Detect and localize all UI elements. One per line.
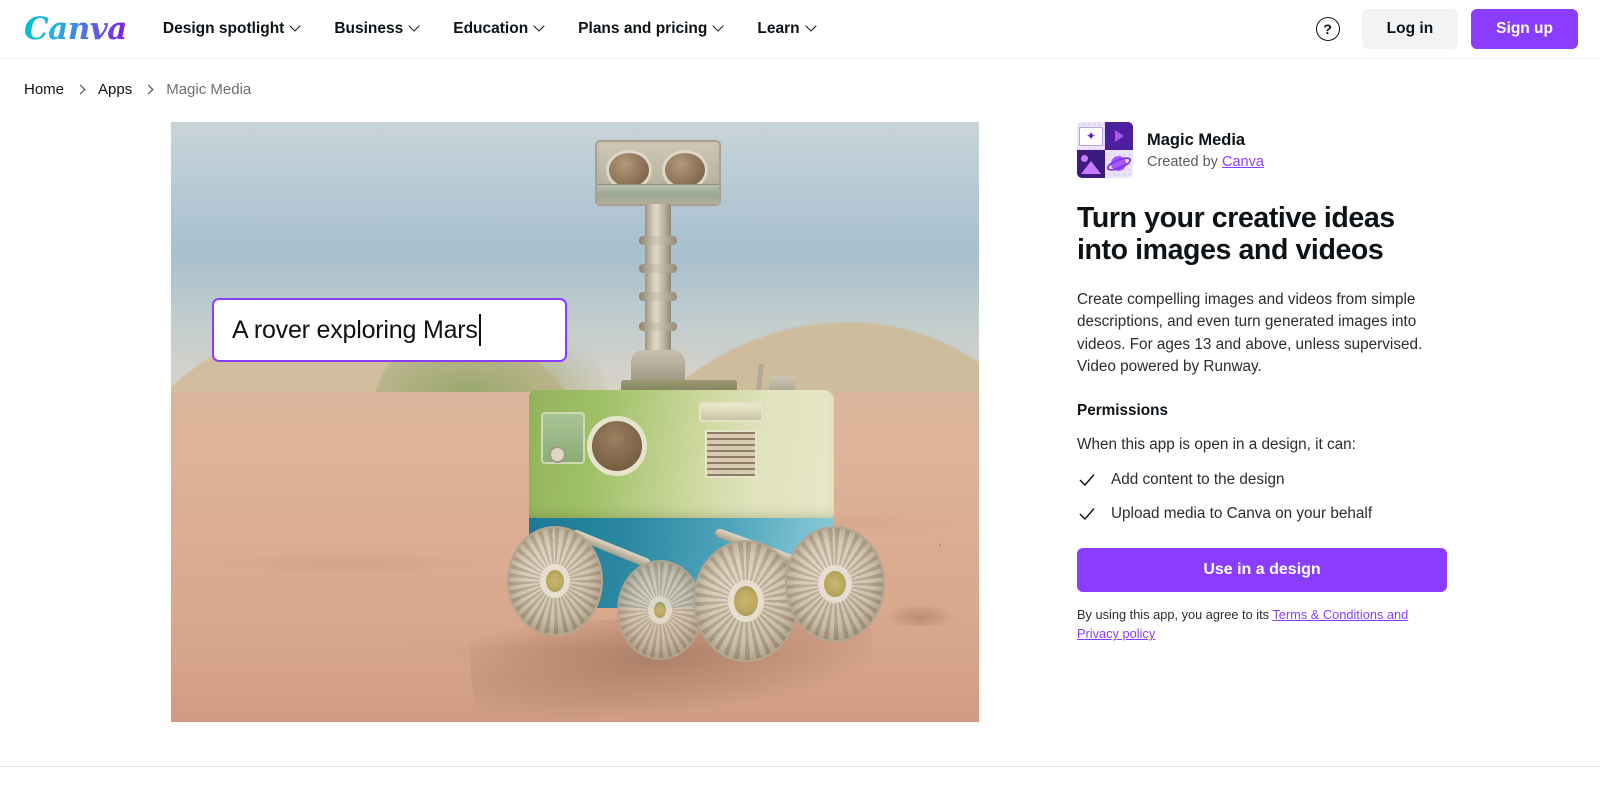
rover-wheel-hub [648,596,672,624]
nav-item-business[interactable]: Business [334,20,421,38]
app-description: Create compelling images and videos from… [1077,290,1423,376]
permissions-subtitle: When this app is open in a design, it ca… [1077,435,1356,453]
rover-neck [645,204,671,369]
rover-neck-ring [639,292,677,301]
permission-item: Upload media to Canva on your behalf [1077,504,1447,524]
nav-item-learn[interactable]: Learn [757,20,817,38]
image-icon-mountain [1081,161,1101,174]
permissions-heading: Permissions [1077,401,1168,419]
nav-label: Learn [757,20,800,37]
desert-pebbles [886,604,954,626]
prompt-input-value: A rover exploring Mars [232,315,478,344]
chevron-right-icon [77,86,85,94]
permission-label: Upload media to Canva on your behalf [1111,504,1373,522]
rover-camera-head [595,140,721,206]
main-content: A rover exploring Mars ✦ Magic Media Cre… [0,98,1600,722]
chevron-right-icon [145,86,153,94]
nav-label: Education [453,20,529,37]
nav-label: Design spotlight [162,20,285,37]
created-by-label: Created by [1147,153,1218,170]
rover-panel-dot [549,446,566,463]
prompt-input[interactable]: A rover exploring Mars [212,298,567,362]
sparkle-icon: ✦ [1085,129,1097,143]
nav-item-plans-and-pricing[interactable]: Plans and pricing [578,20,725,38]
permission-item: Add content to the design [1077,470,1447,490]
text-cursor [478,314,481,346]
footer-divider [0,766,1600,767]
chevron-down-icon [807,22,818,33]
creator-link[interactable]: Canva [1222,154,1264,170]
legal-prefix: By using this app, you agree to its [1077,606,1273,622]
rover-grille [705,430,757,478]
use-in-a-design-button[interactable]: Use in a design [1077,547,1447,592]
app-header: ✦ Magic Media Created by Canva [1077,122,1447,178]
sparkle-card: ✦ [1079,126,1103,146]
play-icon [1114,130,1124,142]
legal-text: By using this app, you agree to its Term… [1077,605,1447,644]
rover-vent [699,402,763,422]
app-details-panel: ✦ Magic Media Created by Canva Turn your… [1077,122,1447,722]
breadcrumb-item-apps[interactable]: Apps [98,81,132,98]
rover-wheel [507,526,603,636]
check-icon [1079,508,1095,520]
app-title-block: Magic Media Created by Canva [1147,131,1264,170]
rover-wheel [785,526,885,642]
page-title: Turn your creative ideas into images and… [1077,202,1395,267]
nav-item-design-spotlight[interactable]: Design spotlight [163,20,302,38]
main-nav-list: Design spotlight Business Education Plan… [163,20,818,38]
app-name: Magic Media [1147,130,1246,149]
app-icon-quadrant-planet [1105,150,1133,178]
app-icon-quadrant-image [1077,150,1105,178]
app-preview-image: A rover exploring Mars [171,122,979,722]
nav-item-education[interactable]: Education [453,20,546,38]
app-icon-quadrant-sparkle: ✦ [1077,122,1105,150]
magic-media-app-icon: ✦ [1077,122,1133,178]
check-icon [1079,474,1095,486]
breadcrumb-item-magic-media: Magic Media [166,81,252,98]
nav-label: Plans and pricing [578,20,708,37]
breadcrumb: Home Apps Magic Media [0,59,1600,98]
rover-neck-ring [639,264,677,273]
permission-label: Add content to the design [1111,470,1285,488]
rover-neck-ring [639,236,677,245]
help-icon[interactable]: ? [1315,17,1340,41]
desert-bush [861,502,941,546]
rover-head-strip [597,184,719,204]
app-icon-quadrant-video [1105,122,1133,150]
chevron-down-icon [714,22,725,33]
rover-body-lens [587,416,647,476]
chevron-down-icon [535,22,546,33]
rover-wheel [617,560,703,660]
nav-label: Business [334,20,404,37]
image-icon [1079,154,1103,174]
rover-wheel-hub [818,565,852,603]
rover-neck-ring [639,322,677,331]
mars-rover-illustration [467,140,885,722]
rover-wheel-hub [728,580,764,622]
chevron-down-icon [291,22,302,33]
rover-wheel-hub [540,564,570,598]
chevron-down-icon [410,22,421,33]
rover-wheel [693,540,799,662]
sign-up-button[interactable]: Sign up [1471,9,1578,49]
planet-icon [1105,153,1133,175]
app-creator-line: Created by Canva [1147,154,1264,170]
breadcrumb-item-home[interactable]: Home [24,81,64,98]
canva-logo[interactable]: Canva [22,11,127,47]
log-in-button[interactable]: Log in [1361,9,1459,49]
top-navigation-bar: Canva Design spotlight Business Educatio… [0,0,1600,59]
